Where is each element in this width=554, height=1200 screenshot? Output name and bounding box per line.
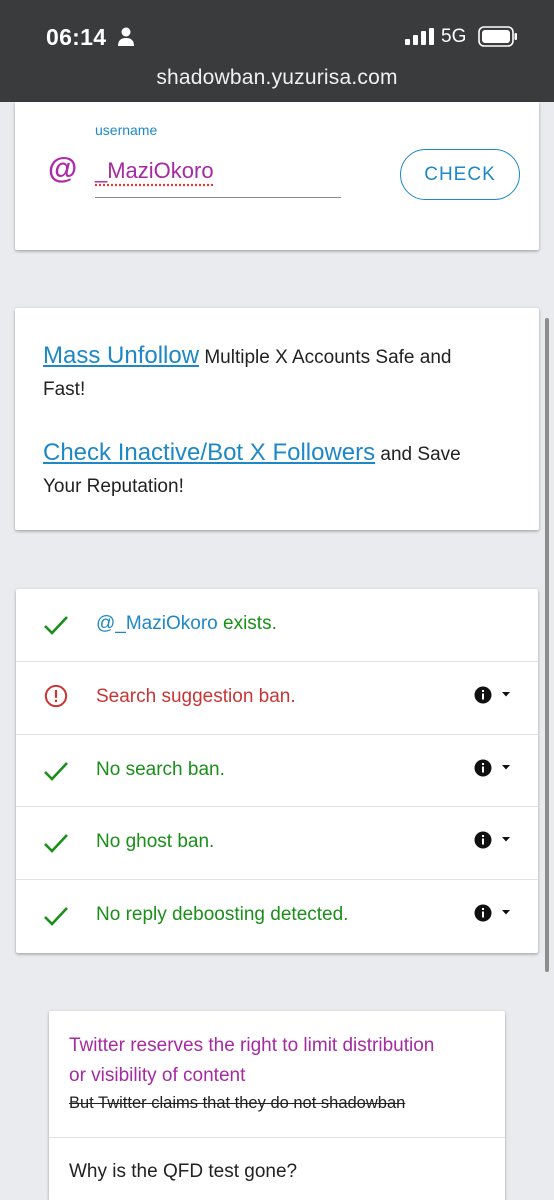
result-text: No search ban.	[96, 759, 225, 780]
result-text: No ghost ban.	[96, 831, 215, 852]
info-dropdown-icon[interactable]	[474, 904, 514, 926]
check-button[interactable]: CHECK	[400, 149, 520, 200]
promo-text: Multiple X Accounts Safe and	[199, 347, 452, 368]
policy-note-line: Twitter reserves the right to limit dist…	[69, 1035, 435, 1056]
promo-line-mass-unfollow-cont: Fast!	[43, 374, 513, 406]
info-dropdown-icon[interactable]	[474, 759, 514, 781]
checkmark-icon	[44, 616, 68, 635]
network-type: 5G	[441, 26, 467, 47]
battery-icon	[478, 26, 517, 47]
person-icon	[118, 27, 134, 46]
faq-question-qfd[interactable]: Why is the QFD test gone?	[69, 1161, 297, 1183]
policy-note-line: or visibility of content	[69, 1065, 246, 1086]
promo-text: Fast!	[43, 379, 86, 400]
address-bar-url[interactable]: shadowban.yuzurisa.com	[0, 66, 554, 90]
checkmark-icon	[44, 762, 68, 781]
result-text: @_MaziOkoro exists.	[96, 613, 277, 634]
info-dropdown-icon[interactable]	[474, 831, 514, 853]
promo-text: and Save	[375, 444, 461, 465]
info-dropdown-icon[interactable]	[474, 686, 514, 708]
promo-line-inactive-followers-cont: Your Reputation!	[43, 471, 513, 503]
promo-text: Your Reputation!	[43, 476, 184, 497]
result-row-search-ban[interactable]: No search ban.	[16, 734, 538, 806]
clock: 06:14	[46, 24, 107, 50]
checkmark-icon	[44, 834, 68, 853]
page-scrollbar[interactable]	[545, 318, 549, 972]
at-icon: @	[48, 152, 78, 185]
result-text: Search suggestion ban.	[96, 686, 296, 707]
result-row-ghost-ban[interactable]: No ghost ban.	[16, 806, 538, 878]
username-input[interactable]: _MaziOkoro	[95, 158, 214, 184]
username-field-underline	[95, 197, 341, 198]
divider	[49, 1137, 505, 1138]
warning-circle-icon	[44, 684, 68, 708]
check-inactive-followers-link[interactable]: Check Inactive/Bot X Followers	[43, 439, 375, 466]
policy-note-strikethrough: But Twitter claims that they do not shad…	[69, 1094, 406, 1112]
signal-icon	[405, 28, 434, 45]
result-row-search-suggestion-ban[interactable]: Search suggestion ban.	[16, 661, 538, 733]
status-bar: 06:14 5G shadowban.yuzurisa.com	[0, 0, 554, 102]
username-field-label: username	[95, 122, 158, 138]
checkmark-icon	[44, 907, 68, 926]
result-row-exists: @_MaziOkoro exists.	[16, 589, 538, 661]
result-row-reply-deboosting[interactable]: No reply deboosting detected.	[16, 879, 538, 951]
username-mention[interactable]: @_MaziOkoro	[96, 613, 218, 634]
promo-line-inactive-followers: Check Inactive/Bot X Followers and Save	[43, 437, 513, 471]
result-text: No reply deboosting detected.	[96, 904, 349, 925]
promo-line-mass-unfollow: Mass Unfollow Multiple X Accounts Safe a…	[43, 340, 513, 374]
mass-unfollow-link[interactable]: Mass Unfollow	[43, 342, 199, 369]
